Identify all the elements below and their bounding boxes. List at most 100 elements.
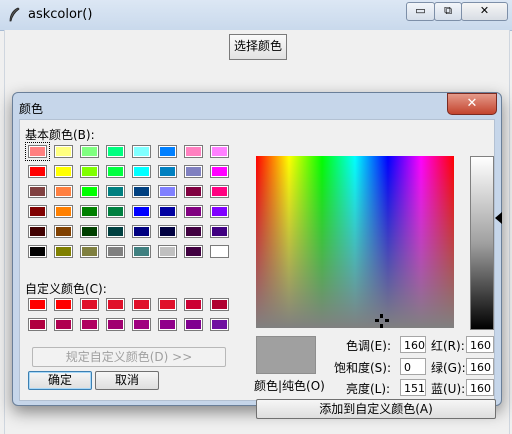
basic-color-swatch[interactable] — [28, 165, 47, 178]
dialog-close-button[interactable]: ✕ — [447, 93, 497, 115]
basic-color-swatch[interactable] — [210, 225, 229, 238]
basic-color-swatch[interactable] — [54, 245, 73, 258]
custom-color-swatch[interactable] — [106, 298, 125, 311]
custom-color-swatch[interactable] — [106, 318, 125, 331]
basic-color-swatch[interactable] — [132, 185, 151, 198]
custom-color-swatch[interactable] — [132, 298, 151, 311]
basic-color-swatch[interactable] — [158, 225, 177, 238]
luminance-input[interactable]: 151 — [400, 379, 426, 396]
basic-color-swatch[interactable] — [106, 145, 125, 158]
basic-colors-label: 基本颜色(B): — [25, 128, 95, 142]
basic-color-swatch[interactable] — [210, 165, 229, 178]
basic-color-swatch[interactable] — [54, 185, 73, 198]
basic-color-swatch[interactable] — [132, 205, 151, 218]
window-title: askcolor() — [28, 7, 93, 22]
color-dialog: 颜色 ✕ 基本颜色(B): 自定义颜色(C): 规定自定义颜色(D) >> 确定… — [12, 92, 502, 419]
close-button[interactable]: ✕ — [461, 2, 508, 21]
basic-color-swatch[interactable] — [80, 225, 99, 238]
minimize-button[interactable]: ▭ — [406, 2, 435, 21]
basic-color-swatch[interactable] — [184, 245, 203, 258]
basic-color-swatch[interactable] — [158, 245, 177, 258]
basic-color-swatch[interactable] — [54, 145, 73, 158]
basic-color-swatch[interactable] — [80, 245, 99, 258]
basic-color-swatch[interactable] — [158, 205, 177, 218]
basic-color-swatch[interactable] — [106, 205, 125, 218]
basic-color-swatch[interactable] — [184, 225, 203, 238]
feather-icon — [9, 7, 20, 22]
basic-color-swatch[interactable] — [184, 205, 203, 218]
basic-color-swatch[interactable] — [158, 165, 177, 178]
ok-button[interactable]: 确定 — [28, 371, 92, 390]
basic-color-swatch[interactable] — [184, 165, 203, 178]
dialog-body: 基本颜色(B): 自定义颜色(C): 规定自定义颜色(D) >> 确定 取消 颜… — [19, 119, 502, 419]
basic-color-swatch[interactable] — [184, 145, 203, 158]
custom-color-swatch[interactable] — [132, 318, 151, 331]
color-spectrum[interactable] — [256, 156, 454, 328]
custom-color-swatch[interactable] — [210, 298, 229, 311]
custom-color-swatch[interactable] — [210, 318, 229, 331]
basic-color-swatch[interactable] — [210, 185, 229, 198]
blue-label: 蓝(U): — [431, 382, 466, 396]
basic-color-swatch[interactable] — [80, 185, 99, 198]
custom-color-swatch[interactable] — [54, 298, 73, 311]
maximize-icon: ⧉ — [444, 4, 452, 17]
basic-color-swatch[interactable] — [132, 145, 151, 158]
basic-color-swatch[interactable] — [132, 245, 151, 258]
luminance-arrow-icon[interactable] — [495, 212, 502, 224]
custom-color-swatch[interactable] — [158, 298, 177, 311]
minimize-icon: ▭ — [415, 4, 426, 17]
basic-color-swatch[interactable] — [28, 225, 47, 238]
red-input[interactable]: 160 — [466, 336, 494, 353]
basic-color-swatch[interactable] — [28, 205, 47, 218]
maximize-button[interactable]: ⧉ — [434, 2, 462, 21]
custom-color-swatch[interactable] — [80, 298, 99, 311]
custom-color-swatch[interactable] — [80, 318, 99, 331]
blue-input[interactable]: 160 — [466, 379, 494, 396]
custom-color-swatch[interactable] — [184, 318, 203, 331]
basic-color-swatch[interactable] — [210, 245, 229, 258]
custom-color-swatch[interactable] — [28, 298, 47, 311]
basic-color-swatch[interactable] — [54, 225, 73, 238]
basic-color-swatch[interactable] — [54, 165, 73, 178]
basic-color-swatch[interactable] — [210, 145, 229, 158]
basic-color-swatch[interactable] — [28, 185, 47, 198]
basic-color-swatch[interactable] — [106, 165, 125, 178]
basic-color-swatch[interactable] — [28, 245, 47, 258]
choose-color-button[interactable]: 选择颜色 — [229, 34, 287, 60]
basic-colors-grid — [25, 142, 238, 265]
basic-color-swatch[interactable] — [184, 185, 203, 198]
crosshair-icon — [375, 314, 389, 328]
color-preview — [256, 336, 316, 374]
add-to-custom-colors-button[interactable]: 添加到自定义颜色(A) — [256, 399, 496, 419]
basic-color-swatch[interactable] — [106, 225, 125, 238]
basic-color-swatch[interactable] — [80, 165, 99, 178]
luminance-slider[interactable] — [470, 156, 494, 330]
basic-color-swatch[interactable] — [80, 205, 99, 218]
hue-label: 色调(E): — [346, 339, 391, 353]
custom-color-swatch[interactable] — [184, 298, 203, 311]
custom-color-swatch[interactable] — [54, 318, 73, 331]
cancel-button[interactable]: 取消 — [95, 371, 159, 390]
basic-color-swatch[interactable] — [132, 225, 151, 238]
custom-color-swatch[interactable] — [158, 318, 177, 331]
basic-color-swatch[interactable] — [158, 185, 177, 198]
basic-color-swatch[interactable] — [106, 245, 125, 258]
define-custom-colors-button[interactable]: 规定自定义颜色(D) >> — [32, 347, 226, 367]
basic-color-swatch[interactable] — [80, 145, 99, 158]
basic-color-swatch[interactable] — [158, 145, 177, 158]
basic-color-swatch[interactable] — [25, 142, 50, 161]
dialog-title: 颜色 — [19, 102, 44, 116]
saturation-input[interactable]: 0 — [400, 358, 426, 375]
custom-colors-label: 自定义颜色(C): — [25, 282, 107, 296]
custom-color-swatch[interactable] — [28, 318, 47, 331]
close-icon: ✕ — [466, 96, 478, 111]
basic-color-swatch[interactable] — [106, 185, 125, 198]
green-input[interactable]: 160 — [466, 358, 494, 375]
close-icon: ✕ — [479, 4, 490, 17]
basic-color-swatch[interactable] — [54, 205, 73, 218]
basic-color-swatch[interactable] — [210, 205, 229, 218]
hue-input[interactable]: 160 — [400, 336, 426, 353]
green-label: 绿(G): — [431, 361, 466, 375]
luminance-label: 亮度(L): — [346, 382, 391, 396]
basic-color-swatch[interactable] — [132, 165, 151, 178]
